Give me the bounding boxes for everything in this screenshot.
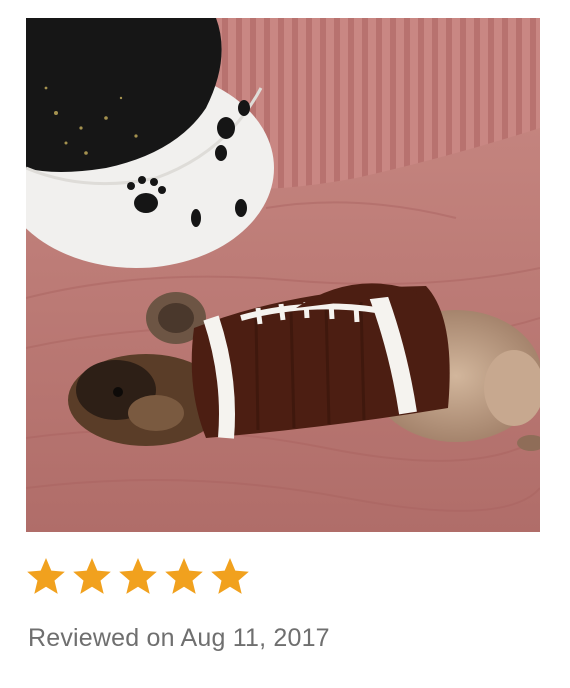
star-icon (211, 558, 249, 594)
star-rating (26, 556, 256, 600)
review-photo[interactable] (26, 18, 540, 532)
review-photo-image (26, 18, 540, 532)
star-icon (73, 558, 111, 594)
review-date: Reviewed on Aug 11, 2017 (28, 624, 330, 652)
star-icon (27, 558, 65, 594)
star-icon (119, 558, 157, 594)
star-icon (165, 558, 203, 594)
